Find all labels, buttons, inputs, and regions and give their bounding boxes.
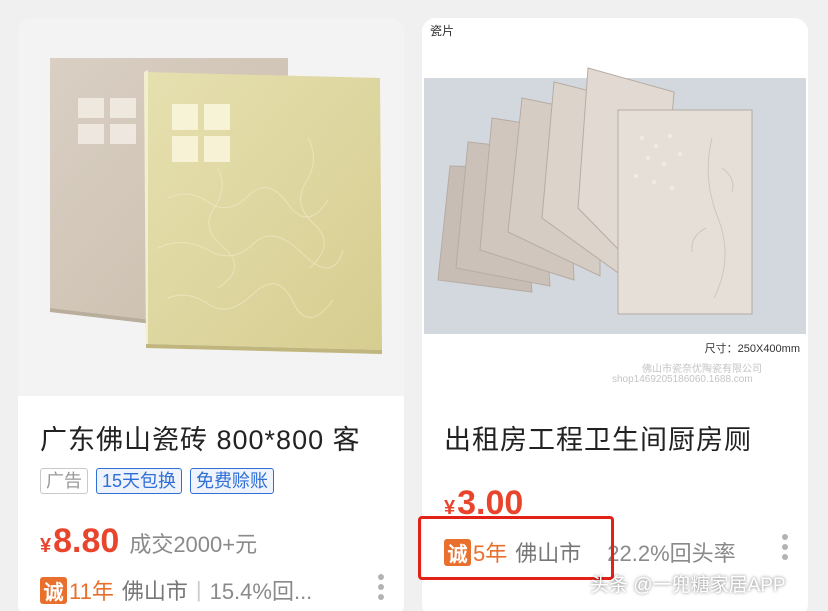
more-options-icon[interactable] — [376, 574, 386, 600]
return-rate: 22.2%回头率 — [607, 541, 736, 566]
image-shop-name: 佛山市瓷奈优陶瓷有限公司 — [642, 364, 762, 375]
seller-row: 诚 11年 佛山市 | 15.4%回... — [40, 574, 312, 606]
image-size-label: 尺寸：250X400mm — [704, 343, 800, 355]
return-policy-tag: 15天包换 — [96, 468, 183, 494]
credit-tag: 免费赊账 — [190, 468, 275, 494]
currency-symbol: ¥ — [40, 535, 52, 557]
product-title[interactable]: 广东佛山瓷砖 800*800 客 — [40, 418, 390, 457]
highlight-box — [418, 516, 614, 580]
ad-tag: 广告 — [40, 468, 88, 494]
product-image[interactable]: 瓷片 尺寸：250X400mm 佛山市瓷奈优陶瓷有限公司 shop1469205… — [422, 18, 808, 396]
price-row: ¥ 8.80 成交2000+元 — [40, 522, 257, 561]
more-options-icon[interactable] — [780, 534, 790, 560]
return-rate: 15.4%回... — [209, 579, 313, 604]
seller-city: 佛山市 — [121, 579, 188, 604]
product-card-left[interactable]: 广东佛山瓷砖 800*800 客 广告 15天包换 免费赊账 ¥ 8.80 成交… — [18, 18, 404, 611]
tile-illustration — [50, 58, 382, 354]
image-shop-url: shop1469205186060.1688.com — [612, 374, 753, 385]
watermark: 头条 @一兜糖家居APP — [590, 575, 786, 596]
tag-row: 广告 15天包换 免费赊账 — [40, 468, 275, 494]
sales-volume: 成交2000+元 — [129, 532, 258, 557]
price: 8.80 — [53, 522, 120, 560]
product-image[interactable] — [18, 18, 404, 396]
product-title[interactable]: 出租房工程卫生间厨房厕 — [444, 418, 794, 457]
divider: | — [195, 577, 202, 602]
seller-years: 11年 — [69, 579, 114, 604]
integrity-badge-icon: 诚 — [40, 576, 67, 604]
